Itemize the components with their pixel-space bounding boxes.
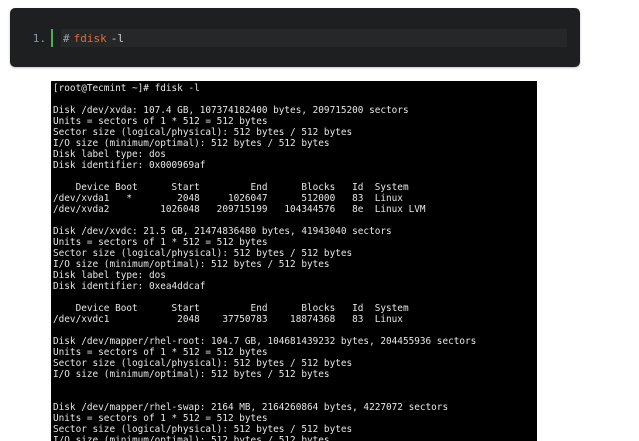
code-line: 1. # fdisk -l (26, 29, 567, 47)
code-block: 1. # fdisk -l (10, 8, 580, 67)
command-flag: -l (110, 31, 124, 45)
terminal-line: [root@Tecmint ~]# fdisk -l (53, 83, 200, 94)
terminal-line: /dev/xvdc1 2048 37750783 18874368 83 Lin… (53, 314, 403, 325)
terminal-line: Device Boot Start End Blocks Id System (53, 182, 409, 193)
terminal-line: Disk label type: dos (53, 149, 166, 160)
terminal-line: Disk label type: dos (53, 270, 166, 281)
terminal-line: Units = sectors of 1 * 512 = 512 bytes (53, 413, 268, 424)
terminal-line: Sector size (logical/physical): 512 byte… (53, 358, 353, 369)
terminal-line: Device Boot Start End Blocks Id System (53, 303, 409, 314)
terminal-line: /dev/xvda1 * 2048 1026047 512000 83 Linu… (53, 193, 403, 204)
terminal-line: Units = sectors of 1 * 512 = 512 bytes (53, 116, 268, 127)
terminal-line: Sector size (logical/physical): 512 byte… (53, 424, 353, 435)
terminal-line: Sector size (logical/physical): 512 byte… (53, 127, 353, 138)
line-highlight-marker (51, 29, 53, 47)
page: 1. # fdisk -l [root@Tecmint ~]# fdisk -l… (0, 0, 639, 441)
code-text[interactable]: # fdisk -l (61, 29, 567, 47)
terminal-line: I/O size (minimum/optimal): 512 bytes / … (53, 138, 330, 149)
terminal-line: Disk identifier: 0x000969af (53, 160, 206, 171)
terminal-line: Sector size (logical/physical): 512 byte… (53, 248, 353, 259)
terminal-line: I/O size (minimum/optimal): 512 bytes / … (53, 259, 330, 270)
terminal-output: [root@Tecmint ~]# fdisk -l Disk /dev/xvda… (53, 83, 476, 441)
line-number: 1. (32, 31, 46, 45)
terminal-line: Disk /dev/xvdc: 21.5 GB, 21474836480 byt… (53, 226, 392, 237)
terminal-line: I/O size (minimum/optimal): 512 bytes / … (53, 435, 330, 441)
terminal-line: Units = sectors of 1 * 512 = 512 bytes (53, 347, 268, 358)
terminal-screenshot: [root@Tecmint ~]# fdisk -l Disk /dev/xvda… (51, 81, 537, 441)
command-name: fdisk (73, 31, 107, 45)
terminal-line: Disk /dev/mapper/rhel-swap: 2164 MB, 216… (53, 402, 449, 413)
terminal-line: Disk identifier: 0xea4ddcaf (53, 281, 206, 292)
terminal-line: Disk /dev/mapper/rhel-root: 104.7 GB, 10… (53, 336, 477, 347)
terminal-line: I/O size (minimum/optimal): 512 bytes / … (53, 369, 330, 380)
terminal-line: Units = sectors of 1 * 512 = 512 bytes (53, 237, 268, 248)
terminal-line: /dev/xvda2 1026048 209715199 104344576 8… (53, 204, 426, 215)
prompt-symbol: # (63, 31, 70, 45)
terminal-line: Disk /dev/xvda: 107.4 GB, 107374182400 b… (53, 105, 409, 116)
